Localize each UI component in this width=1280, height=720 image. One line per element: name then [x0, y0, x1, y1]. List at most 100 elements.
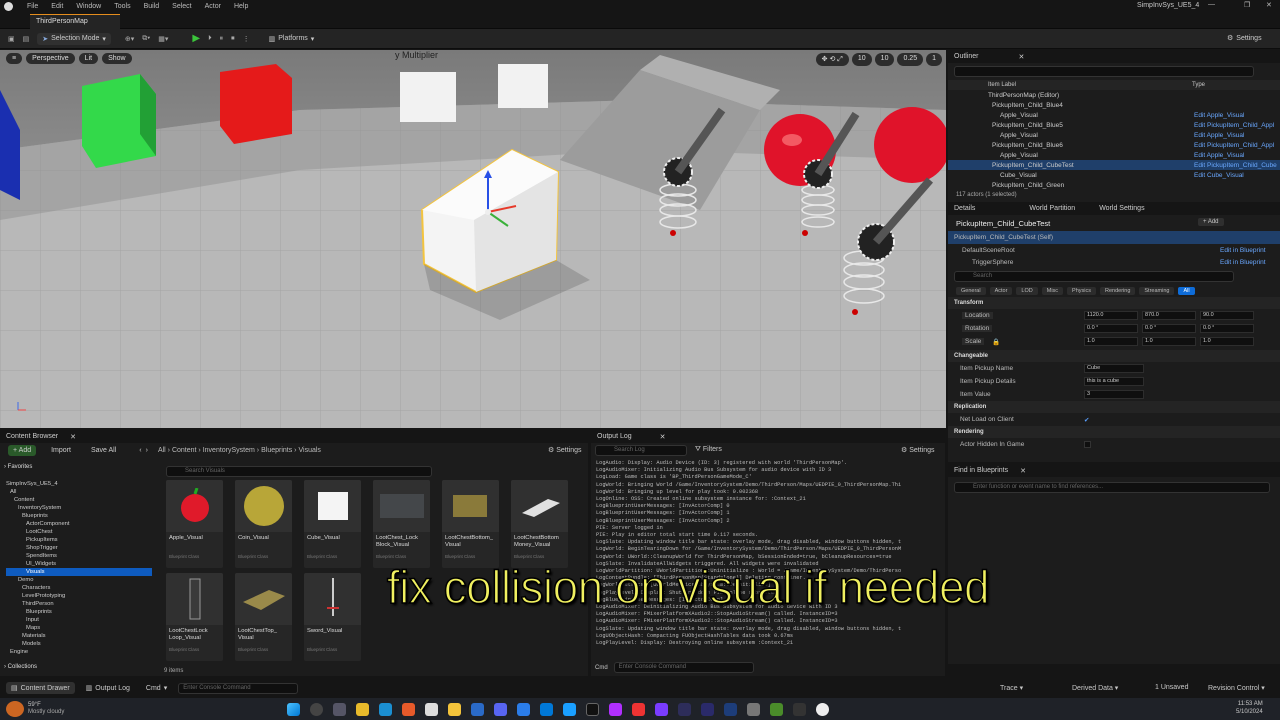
more-options-icon[interactable]: ⋮	[243, 35, 250, 43]
rotation-label[interactable]: Rotation	[962, 325, 993, 332]
scale-snap-value[interactable]: 0.25	[897, 53, 924, 66]
breadcrumb-blueprints[interactable]: Blueprints	[261, 447, 292, 454]
olog-cmd-button[interactable]: Cmd	[595, 665, 608, 671]
skype-icon[interactable]	[517, 702, 530, 716]
outliner-row[interactable]: PickupItem_Child_Blue6 Edit PickupItem_Ch…	[948, 140, 1280, 150]
section-transform[interactable]: Transform	[948, 297, 1280, 309]
close-icon[interactable]: ✕	[1020, 467, 1026, 475]
selection-mode-button[interactable]: ➤ Selection Mode ▾	[37, 32, 111, 45]
folder-item[interactable]: Content	[6, 496, 152, 504]
component-trigger-sphere[interactable]: TriggerSphere Edit in Blueprint	[948, 257, 1280, 268]
pickup-name-field[interactable]: Cube	[1084, 364, 1144, 373]
obs-icon[interactable]	[609, 702, 622, 716]
scale-z-field[interactable]: 1.0	[1200, 337, 1254, 346]
perspective-button[interactable]: Perspective	[26, 53, 75, 64]
unreal-engine-icon[interactable]	[816, 702, 829, 716]
component-default-scene-root[interactable]: DefaultSceneRoot Edit in Blueprint	[948, 244, 1280, 257]
outliner-row[interactable]: Apple_Visual Edit Apple_Visual	[948, 130, 1280, 140]
section-changeable[interactable]: Changeable	[948, 350, 1280, 362]
column-type[interactable]: Type	[1192, 82, 1205, 88]
trace-button[interactable]: Trace ▾	[1000, 684, 1023, 692]
filter-misc[interactable]: Misc	[1041, 287, 1064, 295]
tab-third-person-map[interactable]: ThirdPersonMap	[30, 14, 120, 29]
revision-control-button[interactable]: Revision Control ▾	[1208, 684, 1265, 692]
filter-actor[interactable]: Actor	[989, 287, 1013, 295]
play-button[interactable]: ▶	[192, 33, 200, 44]
recorder-icon[interactable]	[632, 702, 645, 716]
location-y-field[interactable]: 870.0	[1142, 311, 1196, 320]
cinematics-icon[interactable]: ▦▾	[158, 35, 168, 43]
terminal-icon[interactable]	[793, 702, 806, 716]
asset-tile[interactable]: LootChestBottom_ Visual Blueprint Class	[442, 480, 499, 568]
close-button[interactable]: ✕	[1266, 1, 1272, 9]
clock-date[interactable]: 5/10/2024	[1236, 708, 1263, 716]
menu-window[interactable]: Window	[76, 3, 101, 10]
premiere-icon[interactable]	[678, 702, 691, 716]
lock-icon[interactable]: 🔒	[992, 338, 1000, 346]
outliner-row-type[interactable]: Edit Apple_Visual	[1194, 112, 1244, 119]
menu-file[interactable]: File	[27, 3, 38, 10]
outliner-row-type[interactable]: Edit Cube_Visual	[1194, 172, 1244, 179]
asset-tile[interactable]: LootChestBottom Money_Visual Blueprint Cl…	[511, 480, 568, 568]
blender-icon[interactable]	[747, 702, 760, 716]
file-explorer-icon[interactable]	[448, 702, 461, 716]
app-icon[interactable]	[655, 702, 668, 716]
output-log-button[interactable]: ▥ Output Log	[81, 682, 135, 694]
level-viewport[interactable]: y Multiplier ≡ Perspective Lit Show ✥ ⟲ …	[0, 50, 946, 428]
filters-button[interactable]: ⛛ Filters	[695, 446, 722, 454]
asset-tile[interactable]: Cube_Visual Blueprint Class	[304, 480, 361, 568]
task-view-icon[interactable]	[333, 702, 346, 716]
folder-item[interactable]: InventorySystem	[6, 504, 152, 512]
tab-world-partition[interactable]: World Partition	[1029, 205, 1075, 212]
transform-tools-icon[interactable]: ✥ ⟲ ⤢	[815, 53, 849, 66]
folder-item[interactable]: ActorComponent	[6, 520, 152, 528]
filter-physics[interactable]: Physics	[1067, 287, 1096, 295]
pause-button[interactable]: ⏸	[220, 35, 224, 43]
breadcrumb-inventory-system[interactable]: InventorySystem	[203, 447, 255, 454]
lit-button[interactable]: Lit	[78, 53, 99, 64]
location-x-field[interactable]: 1120.0	[1084, 311, 1138, 320]
olog-console-input[interactable]: Enter Console Command	[613, 662, 754, 673]
cmd-button[interactable]: Cmd ▾	[141, 682, 172, 694]
viewport-menu-button[interactable]: ≡	[6, 53, 23, 64]
filter-all[interactable]: All	[1178, 287, 1195, 295]
cb-save-all-button[interactable]: Save All	[86, 445, 121, 456]
cb-import-button[interactable]: Import	[46, 445, 76, 456]
collections-header[interactable]: › Collections	[4, 664, 37, 670]
log-search-input[interactable]: Search Log	[595, 444, 687, 456]
breadcrumb-visuals[interactable]: Visuals	[298, 447, 320, 454]
outliner-row[interactable]: Apple_Visual Edit Apple_Visual	[948, 110, 1280, 120]
content-icon[interactable]: ▤	[23, 35, 30, 43]
steam-icon[interactable]	[563, 702, 576, 716]
outliner-row[interactable]: Apple_Visual Edit Apple_Visual	[948, 150, 1280, 160]
store-icon[interactable]	[540, 702, 553, 716]
stop-button[interactable]: ⏹	[231, 35, 235, 43]
blueprint-icon[interactable]: ⧉▾	[142, 35, 150, 43]
platforms-button[interactable]: ▥ Platforms ▾	[264, 33, 320, 45]
rotation-z-field[interactable]: 0.0 °	[1200, 324, 1254, 333]
section-rendering[interactable]: Rendering	[948, 426, 1280, 438]
close-icon[interactable]: ✕	[1019, 53, 1025, 61]
close-icon[interactable]: ✕	[660, 433, 666, 441]
scale-y-field[interactable]: 1.0	[1142, 337, 1196, 346]
add-actor-icon[interactable]: ⊕▾	[125, 35, 134, 43]
cb-search-input[interactable]: Search Visuals	[166, 466, 432, 477]
rotation-snap-value[interactable]: 10	[874, 53, 895, 66]
folder-item[interactable]: LootChest	[6, 528, 152, 536]
folder-item[interactable]: SpendItems	[6, 552, 152, 560]
minimize-button[interactable]: —	[1208, 1, 1215, 8]
start-icon[interactable]	[287, 702, 300, 716]
firefox-icon[interactable]	[402, 702, 415, 716]
mail-icon[interactable]	[471, 702, 484, 716]
favorites-header[interactable]: › Favorites	[4, 464, 152, 474]
menu-tools[interactable]: Tools	[114, 3, 130, 10]
scale-x-field[interactable]: 1.0	[1084, 337, 1138, 346]
folder-item[interactable]: Blueprints	[6, 512, 152, 520]
hidden-checkbox[interactable]	[1084, 441, 1091, 448]
epic-games-icon[interactable]	[586, 702, 599, 716]
breadcrumb-all[interactable]: All	[158, 447, 166, 454]
filter-lod[interactable]: LOD	[1016, 287, 1038, 295]
outliner-row-type[interactable]: Edit PickupItem_Child_Appl	[1194, 142, 1274, 149]
find-search-input[interactable]: Enter function or event name to find ref…	[954, 482, 1270, 493]
minecraft-icon[interactable]	[770, 702, 783, 716]
